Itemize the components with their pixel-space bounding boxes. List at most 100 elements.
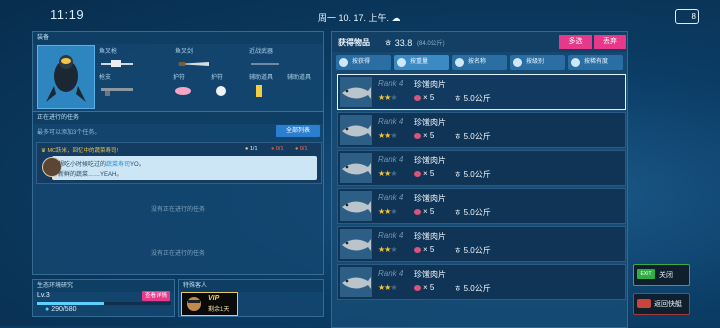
- weight-icon: ㅎ: [454, 132, 462, 141]
- fish-icon: [340, 229, 372, 259]
- multi-select-button[interactable]: 多选: [559, 35, 592, 49]
- item-row[interactable]: Rank 4 珍馐肉片 ★★★ × 5 ㅎ 5.0公斤: [337, 150, 626, 186]
- discard-button[interactable]: 丢弃: [594, 35, 626, 49]
- tasks-header: 正在进行的任务: [33, 112, 323, 124]
- item-row[interactable]: Rank 4 珍馐肉片 ★★★ × 5 ㅎ 5.0公斤: [337, 226, 626, 262]
- item-row[interactable]: Rank 4 珍馐肉片 ★★★ × 5 ㅎ 5.0公斤: [337, 112, 626, 148]
- return-to-boat-button[interactable]: 返回快艇: [633, 293, 690, 315]
- task-line1-suffix: YO。: [130, 162, 145, 168]
- task-title: ♛ MC跃米，回忆中的蔬菜寿司!: [41, 146, 118, 154]
- empty-task-slot-2: 没有正在进行的任务: [150, 251, 205, 257]
- task-progress-3: ● 0/1: [295, 146, 308, 152]
- sort-tab-label: 按名称: [468, 59, 487, 65]
- sort-icon: [513, 58, 522, 67]
- star-rating: ★★★: [378, 131, 398, 140]
- item-name: 珍馐肉片: [414, 118, 446, 127]
- equipment-slot[interactable]: 枪支: [99, 72, 137, 98]
- item-weight-text: 5.0公斤: [463, 208, 491, 217]
- sort-tab[interactable]: 按级别: [510, 55, 565, 70]
- star-icon: ★: [390, 131, 397, 140]
- equipment-slot-label: 枪支: [99, 75, 112, 81]
- equipment-slot[interactable]: 近战武器: [249, 46, 287, 72]
- empty-slot: [287, 82, 325, 98]
- item-quantity: × 5: [414, 131, 434, 140]
- fish-sword-icon: [175, 56, 213, 72]
- sort-tab[interactable]: 按获得: [336, 55, 391, 70]
- item-name: 珍馐肉片: [414, 232, 446, 241]
- sort-tab[interactable]: 按重量: [394, 55, 449, 70]
- hedgehog-charm-icon: [211, 82, 249, 98]
- item-quantity-text: × 5: [423, 93, 435, 102]
- equipment-slot[interactable]: 鱼叉枪: [99, 46, 137, 72]
- meat-icon: [414, 208, 421, 215]
- diving-suit-slot[interactable]: [37, 45, 95, 109]
- task-progress-2: ● 0/1: [271, 146, 284, 152]
- active-tasks-panel: 正在进行的任务 最多可以添加3个任务。 全部列表 ♛ MC跃米，回忆中的蔬菜寿司…: [32, 111, 324, 275]
- equipment-slot[interactable]: 护符: [211, 72, 249, 98]
- fish-icon: [340, 115, 372, 145]
- special-guest-panel: 特殊客人 VIP 剩余1天: [178, 279, 324, 317]
- sort-tab[interactable]: 按稀有度: [568, 55, 623, 70]
- vip-label: VIP: [208, 295, 220, 302]
- item-weight-text: 5.0公斤: [463, 94, 491, 103]
- meat-icon: [414, 170, 421, 177]
- task-title-text: MC跃米，回忆中的蔬菜寿司!: [47, 148, 119, 154]
- speargun-icon: [99, 56, 137, 72]
- view-details-button[interactable]: 查看详情: [142, 291, 170, 301]
- dolphin-charm-icon: [173, 82, 211, 98]
- weight-icon: ㅎ: [454, 246, 462, 255]
- task-line1-prefix: 想吃小时候吃过的: [58, 162, 107, 168]
- all-list-button[interactable]: 全部列表: [276, 125, 320, 137]
- weight-icon: ㅎ: [454, 94, 462, 103]
- item-rank: Rank 4: [378, 79, 404, 88]
- sort-icon: [339, 58, 348, 67]
- item-row[interactable]: Rank 4 珍馐肉片 ★★★ × 5 ㅎ 5.0公斤: [337, 74, 626, 110]
- meat-icon: [414, 284, 421, 291]
- vip-guest-card[interactable]: VIP 剩余1天: [181, 292, 238, 316]
- task-card[interactable]: ♛ MC跃米，回忆中的蔬菜寿司! ● 1/1 ● 0/1 ● 0/1 想吃小时候…: [36, 142, 322, 184]
- melee-weapon-icon: [249, 56, 287, 72]
- task-line-2: 新鲜的蔬菜……YEAH。: [58, 172, 123, 178]
- eco-research-panel: 生态环境研究 Lv.3 查看详情 ● 290/580: [32, 279, 175, 317]
- item-quantity: × 5: [414, 245, 434, 254]
- equipment-slot-label: 护符: [211, 75, 224, 81]
- fish-icon: [340, 267, 372, 297]
- equipment-slot[interactable]: 辅助道具: [249, 72, 287, 98]
- tasks-subtitle: 最多可以添加3个任务。: [37, 130, 101, 136]
- equipment-slot-label: 近战武器: [249, 49, 274, 55]
- item-quantity: × 5: [414, 93, 434, 102]
- item-weight: ㅎ 5.0公斤: [454, 245, 491, 256]
- sort-tab[interactable]: 按名称: [452, 55, 507, 70]
- item-weight-text: 5.0公斤: [463, 132, 491, 141]
- bottle-icon: [249, 82, 287, 98]
- item-name: 珍馐肉片: [414, 270, 446, 279]
- item-name: 珍馐肉片: [414, 80, 446, 89]
- eco-progress-fill: [37, 302, 104, 305]
- star-rating: ★★★: [378, 283, 398, 292]
- item-quantity-text: × 5: [423, 283, 435, 292]
- item-weight: ㅎ 5.0公斤: [454, 131, 491, 142]
- equipment-slot[interactable]: 辅助道具: [287, 72, 325, 98]
- weight-icon: ㅎ: [454, 208, 462, 217]
- items-weight-value: 33.8: [394, 38, 413, 48]
- fish-icon: [340, 153, 372, 183]
- items-header: 获得物品 ㅎ 33.8 (84.0公斤) 多选 丢弃: [332, 32, 627, 52]
- item-quantity-text: × 5: [423, 245, 435, 254]
- rifle-icon: [99, 82, 137, 98]
- item-row[interactable]: Rank 4 珍馐肉片 ★★★ × 5 ㅎ 5.0公斤: [337, 264, 626, 300]
- item-weight: ㅎ 5.0公斤: [454, 93, 491, 104]
- item-quantity: × 5: [414, 283, 434, 292]
- equipment-slot-label: 辅助道具: [287, 75, 312, 81]
- star-icon: ★: [390, 169, 397, 178]
- close-button[interactable]: EXIT 关闭: [633, 264, 690, 286]
- equipment-slots: 鱼叉枪 鱼叉剑 近战武器枪支 护符 护符 辅助道具 辅助道具: [99, 46, 321, 108]
- equipment-slot[interactable]: 鱼叉剑: [175, 46, 213, 72]
- equipment-slot[interactable]: 护符: [173, 72, 211, 98]
- item-row[interactable]: Rank 4 珍馐肉片 ★★★ × 5 ㅎ 5.0公斤: [337, 188, 626, 224]
- fish-icon: [340, 191, 372, 221]
- guest-days-left: 剩余1天: [208, 307, 230, 313]
- equipment-slot-label: 鱼叉枪: [99, 49, 118, 55]
- equipment-slot-label: 辅助道具: [249, 75, 274, 81]
- task-count-3: 0/1: [299, 146, 308, 152]
- vegetable-icon: ●: [271, 146, 275, 152]
